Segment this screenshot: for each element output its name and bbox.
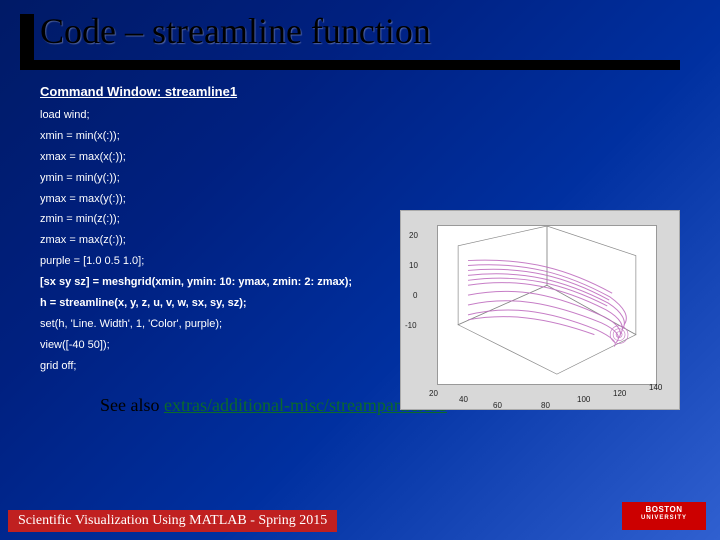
- boston-university-logo: BOSTON UNIVERSITY: [622, 502, 706, 530]
- logo-line1: BOSTON: [645, 505, 682, 514]
- y-tick: 60: [493, 401, 502, 410]
- z-tick: 0: [413, 291, 417, 300]
- matlab-figure: 20 10 0 -10 20 40 60 80 100 120 140: [400, 210, 680, 410]
- z-tick: 20: [409, 231, 418, 240]
- title-underline: [20, 60, 680, 70]
- x-tick: 140: [649, 383, 662, 392]
- code-line: xmax = max(x(:));: [40, 147, 720, 168]
- x-tick: 100: [577, 395, 590, 404]
- footer-bar: Scientific Visualization Using MATLAB - …: [8, 510, 337, 532]
- y-tick: 40: [459, 395, 468, 404]
- slide-title: Code – streamline function: [0, 0, 720, 52]
- plot-axes-3d: [437, 225, 657, 385]
- z-tick: 10: [409, 261, 418, 270]
- content-area: Command Window: streamline1 load wind;xm…: [0, 70, 720, 377]
- logo-line2: UNIVERSITY: [622, 515, 706, 522]
- y-tick: 20: [429, 389, 438, 398]
- x-tick: 120: [613, 389, 626, 398]
- code-line: ymin = min(y(:));: [40, 168, 720, 189]
- x-tick: 80: [541, 401, 550, 410]
- section-heading: Command Window: streamline1: [40, 84, 720, 99]
- code-line: ymax = max(y(:));: [40, 189, 720, 210]
- see-also-prefix: See also: [100, 395, 164, 415]
- code-line: load wind;: [40, 105, 720, 126]
- code-line: xmin = min(x(:));: [40, 126, 720, 147]
- z-tick: -10: [405, 321, 417, 330]
